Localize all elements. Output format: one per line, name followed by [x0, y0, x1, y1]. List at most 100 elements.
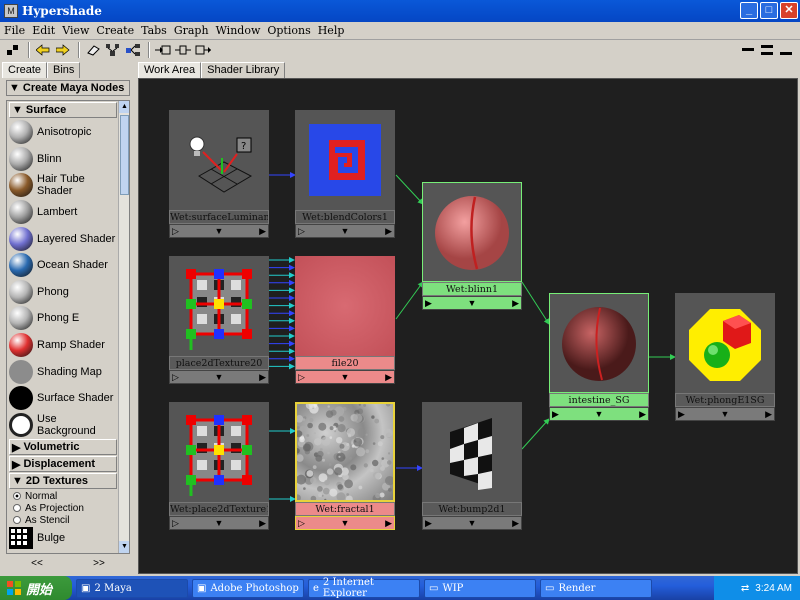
intestine-sphere-icon — [562, 307, 636, 381]
menu-window[interactable]: Window — [216, 24, 261, 37]
layout-top-icon[interactable] — [740, 42, 756, 58]
node-blinn[interactable]: Wet:blinn1 ▶ ▼ ▶ — [422, 182, 522, 310]
edge-blinn-sg — [521, 281, 550, 325]
node-phong[interactable]: Phong — [7, 279, 117, 306]
window-title: Hypershade — [22, 4, 102, 18]
node-blinn[interactable]: Blinn — [7, 146, 117, 173]
photoshop-icon: ▣ — [197, 582, 207, 594]
close-button[interactable]: ✕ — [780, 2, 798, 19]
task-wip[interactable]: ▭ WIP — [424, 578, 536, 598]
swatch — [675, 293, 775, 393]
triangle-right-icon: ▶ — [12, 458, 21, 471]
tab-work-area[interactable]: Work Area — [138, 62, 202, 78]
start-button[interactable]: 開始 — [0, 576, 72, 600]
radio-as-projection[interactable]: As Projection — [7, 502, 129, 514]
graph-nodes-icon[interactable] — [104, 42, 122, 58]
task-internet-explorer[interactable]: e2 Internet Explorer — [308, 577, 420, 599]
nav-next-button[interactable]: >> — [93, 558, 105, 572]
menu-edit[interactable]: Edit — [32, 24, 55, 37]
minimize-button[interactable]: _ — [740, 2, 758, 19]
sphere-icon — [9, 120, 33, 145]
edge-blend-blinn — [395, 174, 424, 205]
bins-nav: << >> — [6, 558, 130, 572]
back-arrow-icon[interactable] — [34, 42, 52, 58]
menu-create[interactable]: Create — [96, 24, 134, 37]
network-icon[interactable]: ⇄ — [741, 583, 749, 594]
create-maya-nodes-header[interactable]: ▼ Create Maya Nodes — [6, 80, 130, 96]
menu-tabs[interactable]: Tabs — [141, 24, 167, 37]
place2d-texture-icon — [186, 415, 252, 496]
node-ocean-shader[interactable]: Ocean Shader — [7, 252, 117, 279]
node-bump2d[interactable]: Wet:bump2d1 ▶ ▼ ▶ — [422, 402, 522, 530]
tab-create[interactable]: Create — [2, 62, 48, 78]
radio-normal[interactable]: Normal — [7, 490, 129, 502]
maya-icon[interactable]: M — [4, 4, 18, 18]
node-bulge[interactable]: Bulge — [7, 526, 117, 550]
scroll-up-icon[interactable]: ▲ — [119, 101, 129, 113]
sphere-icon — [9, 386, 33, 411]
menu-options[interactable]: Options — [267, 24, 310, 37]
menu-help[interactable]: Help — [318, 24, 345, 37]
system-tray: ⇄ 3:24 AM — [714, 576, 800, 600]
maximize-button[interactable]: □ — [760, 2, 778, 19]
node-lambert[interactable]: Lambert — [7, 199, 117, 226]
swatch — [295, 256, 395, 356]
sphere-icon — [9, 279, 33, 304]
node-phong-sg[interactable]: Wet:phongE1SG ▶ ▼ ▶ — [675, 293, 775, 421]
section-2d-textures[interactable]: ▼ 2D Textures — [9, 473, 117, 490]
menu-graph[interactable]: Graph — [174, 24, 209, 37]
node-file20[interactable]: file20 ▷ ▼ ▶ — [295, 256, 395, 384]
tab-shader-library[interactable]: Shader Library — [201, 62, 286, 78]
radio-as-stencil[interactable]: As Stencil — [7, 514, 129, 526]
output-connections-icon[interactable] — [194, 42, 212, 58]
layout-bottom-icon[interactable] — [778, 42, 794, 58]
layout-split-icon[interactable] — [759, 42, 775, 58]
triangle-down-icon: ▼ — [12, 104, 23, 116]
swatch — [169, 402, 269, 502]
section-displacement[interactable]: ▶ Displacement — [9, 456, 117, 473]
toggle-panel-icon[interactable] — [4, 42, 22, 58]
work-area[interactable]: ? Wet:surfaceLuminance1 ▷▼▶ Wet:blendCol… — [138, 78, 798, 574]
tab-bins[interactable]: Bins — [47, 62, 81, 78]
node-surface-luminance[interactable]: ? Wet:surfaceLuminance1 ▷▼▶ — [169, 110, 269, 238]
shading-group-icon — [689, 309, 761, 381]
node-shading-map[interactable]: Shading Map — [7, 358, 117, 385]
section-volumetric[interactable]: ▶ Volumetric — [9, 439, 117, 456]
node-ramp-shader[interactable]: Ramp Shader — [7, 332, 117, 359]
input-connections-icon[interactable] — [154, 42, 172, 58]
sphere-icon — [9, 253, 33, 278]
toolbar — [0, 40, 800, 60]
scroll-down-icon[interactable]: ▼ — [119, 541, 129, 553]
folder-icon: ▭ — [429, 582, 439, 594]
task-photoshop[interactable]: ▣ Adobe Photoshop — [192, 578, 304, 598]
node-list-scrollbar[interactable]: ▲ ▼ — [118, 101, 129, 553]
sphere-icon — [9, 226, 33, 251]
nav-prev-button[interactable]: << — [31, 558, 43, 572]
io-connections-icon[interactable] — [174, 42, 192, 58]
graph-network-icon[interactable] — [124, 42, 142, 58]
node-hair-tube-shader[interactable]: Hair Tube Shader — [7, 172, 117, 199]
node-fractal[interactable]: Wet:fractal1 ▷ ▼ ▶ — [293, 399, 395, 530]
node-surface-shader[interactable]: Surface Shader — [7, 385, 117, 412]
node-blend-colors[interactable]: Wet:blendColors1 ▷ ▼ ▶ — [295, 110, 395, 238]
forward-arrow-icon[interactable] — [54, 42, 72, 58]
work-tabs: Work Area Shader Library — [138, 62, 286, 78]
place2d-texture-icon — [186, 269, 252, 350]
clock: 3:24 AM — [755, 582, 792, 594]
section-surface[interactable]: ▼ Surface — [9, 102, 117, 118]
swatch — [549, 293, 649, 393]
node-layered-shader[interactable]: Layered Shader — [7, 225, 117, 252]
sphere-icon — [9, 146, 33, 171]
node-anisotropic[interactable]: Anisotropic — [7, 119, 117, 146]
node-intestine-sg[interactable]: intestine_SG ▶ ▼ ▶ — [549, 293, 649, 421]
node-place2d-texture20[interactable]: place2dTexture20 ▷ ▼ ▶ — [169, 256, 269, 384]
node-use-background[interactable]: Use Background — [7, 412, 117, 439]
task-render[interactable]: ▭ Render — [540, 578, 652, 598]
node-phong-e[interactable]: Phong E — [7, 305, 117, 332]
menu-file[interactable]: File — [4, 24, 25, 37]
node-place2d-texture1[interactable]: Wet:place2dTexture1 ▷ ▼ ▶ — [169, 402, 269, 530]
triangle-down-icon: ▼ — [9, 82, 20, 94]
menu-view[interactable]: View — [62, 24, 89, 37]
task-maya[interactable]: ▣ 2 Maya — [76, 578, 188, 598]
eraser-icon[interactable] — [84, 42, 102, 58]
